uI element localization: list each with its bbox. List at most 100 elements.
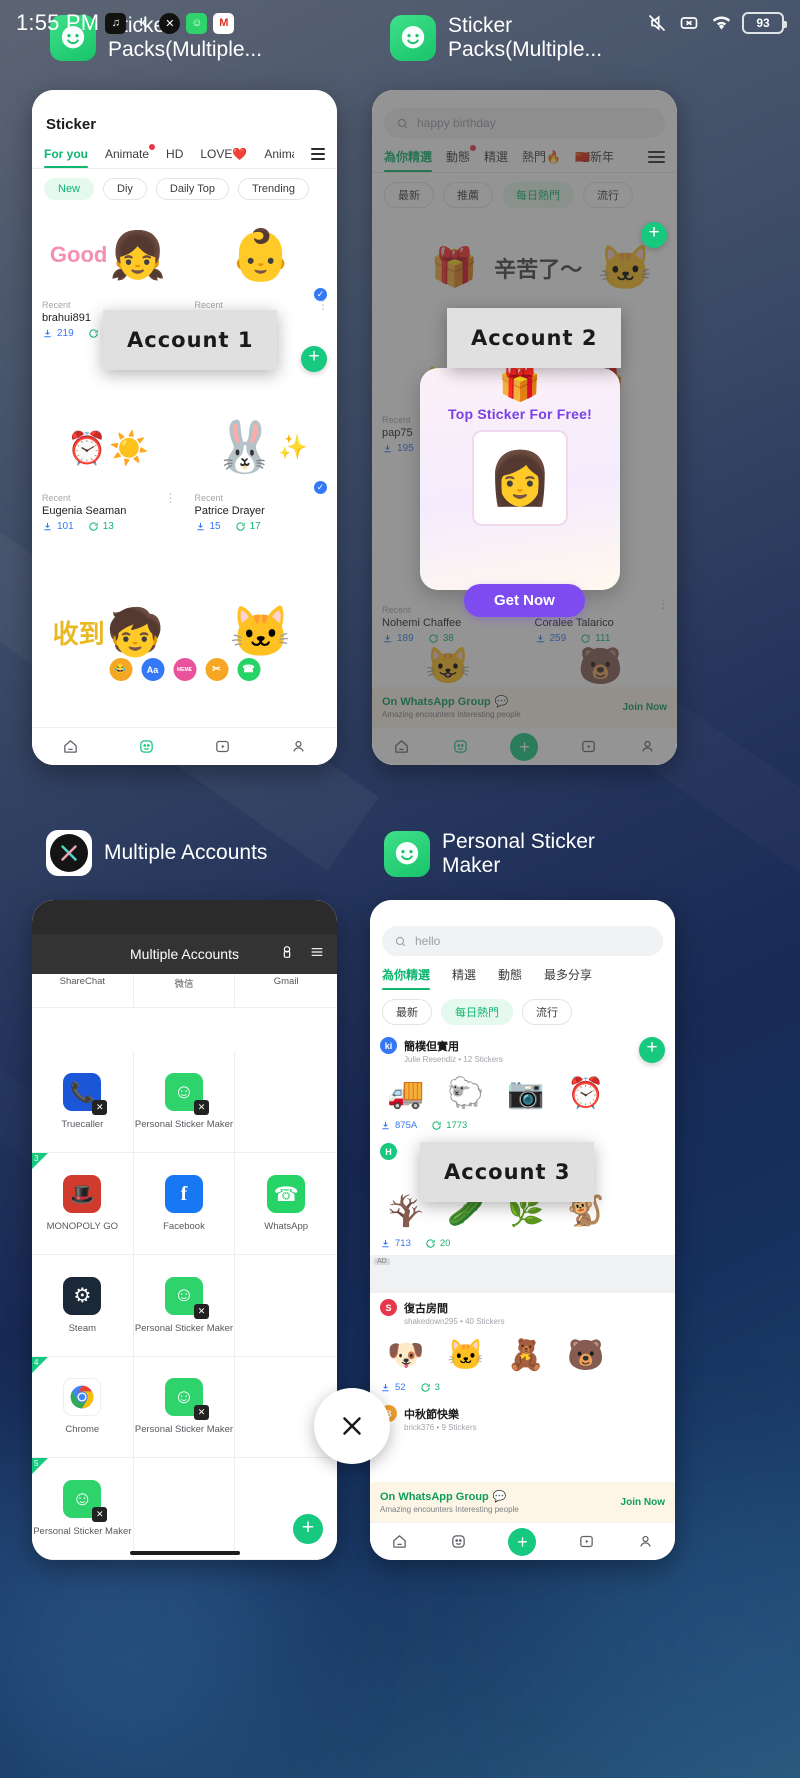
ma-app-cell[interactable]: 微信 (133, 974, 236, 1008)
chip-latest-zh[interactable]: 最新 (384, 182, 434, 208)
battery-indicator: 93 (742, 12, 787, 34)
tab-for-you-zh[interactable]: 為你精選 (382, 966, 431, 990)
sticker-share-icon[interactable]: ✂ (205, 658, 228, 681)
hamburger-icon[interactable] (648, 150, 665, 170)
tab-hot-zh[interactable]: 熱門🔥 (522, 148, 561, 172)
ad-strip[interactable]: AD (370, 1255, 675, 1293)
tab-for-you[interactable]: For you (44, 147, 88, 168)
ma-app-cell-steam[interactable]: ⚙ Steam (32, 1254, 134, 1357)
ma-app-cell-sticker-3[interactable]: ☺ ✕ Personal Sticker Maker (133, 1356, 236, 1459)
sticker-section[interactable]: S 復古房間 shakedown295 • 40 Stickers 🐶 🐱 🧸 … (370, 1293, 675, 1399)
sticker-pack-item[interactable]: 🐰 ✨ ✓ Recent Patrice Drayer 15 17 (185, 399, 338, 592)
pack-more-icon[interactable]: ⋮ (657, 598, 669, 610)
sticker-icon[interactable] (449, 1532, 468, 1551)
profile-icon[interactable] (289, 737, 308, 756)
tab-hd[interactable]: HD (166, 147, 183, 168)
avatar: ki (380, 1037, 397, 1054)
chip-trending-zh[interactable]: 流行 (583, 182, 633, 208)
ma-app-cell[interactable]: ShareChat (32, 974, 134, 1008)
app-card-sticker-account-1[interactable]: Sticker For you Animate HD LOVE❤️ Animal… (32, 90, 337, 765)
add-icon[interactable]: + (508, 1527, 537, 1556)
chip-recommend-zh[interactable]: 推薦 (443, 182, 493, 208)
add-sticker-fab[interactable]: + (301, 346, 327, 372)
tab-most-shared-zh[interactable]: 最多分享 (544, 966, 592, 990)
lock-icon[interactable] (279, 944, 295, 965)
ma-app-cell-sticker-2[interactable]: ☺ ✕ Personal Sticker Maker (133, 1254, 236, 1357)
chip-latest-zh[interactable]: 最新 (382, 999, 432, 1025)
home-icon[interactable] (390, 1532, 409, 1551)
tab-animate[interactable]: Animate (105, 144, 156, 168)
profile-icon[interactable] (636, 1532, 655, 1551)
chip-new[interactable]: New (44, 178, 95, 200)
tab-dynamic-zh[interactable]: 動態 (498, 966, 522, 990)
ma-app-cell[interactable]: Gmail (235, 974, 337, 1008)
text-share-icon[interactable]: Aa (141, 658, 164, 681)
add-sticker-fab[interactable]: + (639, 1037, 665, 1063)
sticker-thumb[interactable]: ⏰ (560, 1069, 612, 1117)
video-icon[interactable] (577, 1532, 596, 1551)
ma-app-cell-sticker[interactable]: ☺ ✕ Personal Sticker Maker (133, 1051, 236, 1154)
search-input[interactable]: happy birthday (384, 108, 665, 138)
tab-for-you-zh[interactable]: 為你精選 (384, 148, 433, 172)
sticker-icon[interactable] (137, 737, 156, 756)
sticker-section[interactable]: B 中秋節快樂 brick376 • 9 Stickers (370, 1399, 675, 1432)
get-now-button[interactable]: Get Now (464, 584, 585, 617)
hamburger-icon[interactable] (311, 148, 325, 167)
app-card-multiple-accounts[interactable]: Multiple Accounts ShareChat 微信 Gmail 📞 ✕ … (32, 900, 337, 1560)
whatsapp-share-icon[interactable]: ☎ (237, 658, 260, 681)
sticker-thumb[interactable]: 🐑 (440, 1069, 492, 1117)
pack-author: Eugenia Seaman (42, 504, 127, 517)
home-icon[interactable] (392, 737, 411, 756)
whatsapp-group-banner-2[interactable]: On WhatsApp Group 💬 Amazing encounters In… (372, 687, 677, 727)
sticker-thumb[interactable]: 🐶 (380, 1331, 432, 1379)
add-sticker-fab[interactable]: + (641, 222, 667, 248)
home-icon[interactable] (61, 737, 80, 756)
pack-more-icon[interactable]: ⋮ (317, 299, 329, 311)
ma-app-cell-sticker-4[interactable]: 5 ☺ ✕ Personal Sticker Maker (32, 1458, 134, 1560)
ma-app-cell-truecaller[interactable]: 📞 ✕ Truecaller (32, 1051, 134, 1154)
tab-featured-zh[interactable]: 精選 (484, 148, 508, 172)
video-icon[interactable] (213, 737, 232, 756)
chip-daily-top[interactable]: Daily Top (155, 178, 229, 200)
app-card-personal-sticker-maker[interactable]: hello 為你精選 精選 動態 最多分享 最新 每日熱門 流行 ki 簡樸但實… (370, 900, 675, 1560)
add-icon[interactable]: + (510, 732, 539, 761)
tab-love[interactable]: LOVE❤️ (200, 147, 247, 168)
ma-app-cell-chrome[interactable]: 4 Chrome (32, 1356, 134, 1459)
add-clone-fab[interactable]: + (293, 1514, 323, 1544)
sticker-thumb[interactable]: 📷 (500, 1069, 552, 1117)
pack-more-icon[interactable]: ⋮ (165, 491, 177, 503)
sticker-pack-item[interactable]: ⏰ ☀️ Recent Eugenia Seaman 101 13 ⋮ (32, 399, 185, 592)
no-sim-icon (678, 12, 700, 34)
chip-trending-zh[interactable]: 流行 (522, 999, 572, 1025)
tab-animal[interactable]: Animal (264, 147, 294, 168)
search-input[interactable]: hello (382, 926, 663, 956)
ma-app-cell-monopoly[interactable]: 3 🎩 MONOPOLY GO (32, 1153, 134, 1255)
status-bar-notification-icons: ♫ k ✕ ☺ M (105, 12, 235, 34)
video-icon[interactable] (579, 737, 598, 756)
join-now-button[interactable]: Join Now (621, 1497, 665, 1508)
sticker-thumb[interactable]: 🐻 (560, 1331, 612, 1379)
chip-diy[interactable]: Diy (103, 178, 147, 200)
whatsapp-group-banner-4[interactable]: On WhatsApp Group 💬 Amazing encounters In… (370, 1482, 675, 1522)
chip-daily-hot-zh[interactable]: 每日熱門 (441, 999, 513, 1025)
sticker-icon[interactable] (451, 737, 470, 756)
top-sticker-promo-popup[interactable]: 🎁 Top Sticker For Free! 👩 (420, 365, 620, 590)
chip-daily-hot-zh[interactable]: 每日熱門 (502, 182, 574, 208)
share-count: 111 (580, 633, 610, 644)
tab-dynamic-zh[interactable]: 動態 (446, 145, 477, 172)
emoji-share-icon[interactable]: 😂 (109, 658, 132, 681)
tab-featured-zh[interactable]: 精選 (452, 966, 476, 990)
sticker-thumb[interactable]: 🧸 (500, 1331, 552, 1379)
meme-share-icon[interactable]: MEME (173, 658, 196, 681)
ma-app-cell-whatsapp[interactable]: ☎ WhatsApp (235, 1153, 337, 1255)
ma-app-cell-facebook[interactable]: f Facebook (133, 1153, 236, 1255)
list-icon[interactable] (309, 944, 325, 965)
sticker-thumb[interactable]: 🐱 (440, 1331, 492, 1379)
profile-icon[interactable] (638, 737, 657, 756)
sticker-thumb[interactable]: 🚚 (380, 1069, 432, 1117)
tab-newyear-zh[interactable]: 🇨🇳新年 (575, 148, 614, 172)
chip-trending[interactable]: Trending (237, 178, 309, 200)
join-now-button[interactable]: Join Now (623, 702, 667, 713)
sticker-section[interactable]: ki 簡樸但實用 Julie Resendiz • 12 Stickers 🚚 … (370, 1031, 675, 1137)
close-all-button[interactable] (314, 1388, 390, 1464)
